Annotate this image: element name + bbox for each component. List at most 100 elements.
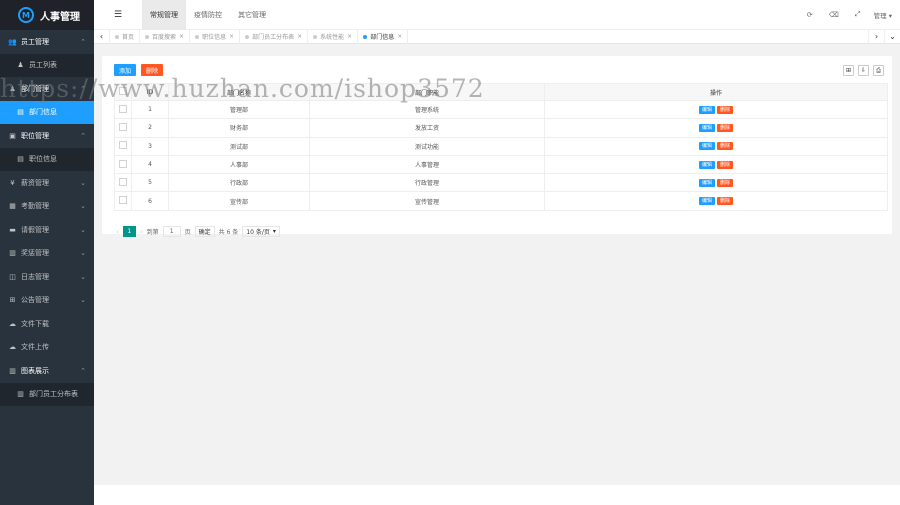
close-icon[interactable]: ×	[297, 33, 302, 40]
delete-button[interactable]: 删除	[717, 178, 734, 187]
page-input[interactable]: 1	[162, 226, 181, 237]
select-all-checkbox[interactable]	[119, 87, 127, 95]
col-id[interactable]: ID	[131, 83, 169, 101]
sidebar-item-4[interactable]: ▦ 考勤管理 ⌄	[0, 195, 94, 219]
bed-icon: ▬	[9, 225, 16, 234]
row-checkbox[interactable]	[119, 122, 127, 131]
table-row[interactable]: 6 宣传部 宣传管理 编辑 删除	[114, 191, 888, 211]
export-icon[interactable]: ⇩	[858, 65, 869, 76]
sidebar-subitem-2-0[interactable]: ▤ 职位信息	[0, 148, 94, 172]
cell-function: 宣传管理	[309, 191, 545, 211]
edit-button[interactable]: 编辑	[698, 160, 715, 169]
sidebar-subitem-11-0[interactable]: ▥ 部门员工分布表	[0, 383, 94, 407]
cell-id: 5	[131, 173, 169, 193]
sidebar-submenu: ▤ 职位信息	[0, 147, 94, 172]
sidebar-item-7[interactable]: ◫ 日志管理 ⌄	[0, 265, 94, 289]
table-row[interactable]: 4 人事部 人事管理 编辑 删除	[114, 154, 888, 175]
row-select-cell[interactable]	[114, 173, 132, 193]
row-select-cell[interactable]	[114, 154, 132, 175]
edit-button[interactable]: 编辑	[698, 178, 715, 187]
page-tab-4[interactable]: 系统性能 ×	[308, 29, 359, 44]
next-page-icon[interactable]: ›	[140, 228, 143, 236]
tab-options-icon[interactable]: ⌄	[884, 29, 900, 44]
header-tab-regular[interactable]: 常规管理	[142, 0, 186, 30]
select-all-header[interactable]	[114, 83, 132, 101]
sidebar-item-10[interactable]: ☁ 文件上传	[0, 336, 94, 360]
table-row[interactable]: 1 管理部 管理系统 编辑 删除	[114, 99, 888, 120]
page-tab-3[interactable]: 部门员工分布表 ×	[240, 29, 309, 44]
columns-filter-icon[interactable]: ⊞	[843, 65, 854, 76]
fullscreen-icon[interactable]: ⤢	[846, 10, 870, 19]
page-tab-0[interactable]: 首页	[110, 29, 141, 44]
page-tab-5[interactable]: 部门信息 ×	[358, 29, 409, 44]
tab-dot-icon	[363, 34, 368, 39]
page-tab-2[interactable]: 职位信息 ×	[190, 29, 241, 44]
row-checkbox[interactable]	[119, 159, 127, 168]
add-button[interactable]: 添加	[114, 64, 137, 76]
row-select-cell[interactable]	[114, 136, 132, 156]
tab-scroll-right-icon[interactable]: ›	[868, 29, 884, 44]
row-checkbox[interactable]	[119, 177, 127, 186]
delete-button[interactable]: 删除	[717, 160, 734, 169]
current-page[interactable]: 1	[122, 226, 136, 237]
cell-actions: 编辑 删除	[544, 99, 888, 120]
sidebar-item-5[interactable]: ▬ 请假管理 ⌄	[0, 218, 94, 242]
table-row[interactable]: 3 测试部 测试功能 编辑 删除	[114, 136, 888, 156]
close-icon[interactable]: ×	[229, 33, 234, 40]
refresh-icon[interactable]: ⟳	[798, 11, 822, 19]
edit-button[interactable]: 编辑	[698, 105, 715, 114]
table-body: 1 管理部 管理系统 编辑 删除 2 财务部 发放工资 编辑 删除 3 测试部 测试功能 编辑 删除 4 人事部…	[114, 99, 888, 211]
sidebar-subitem-label: 职位信息	[29, 155, 57, 164]
delete-button[interactable]: 删除	[717, 123, 734, 132]
page-unit-label: 页	[184, 229, 191, 236]
page-size-select[interactable]: 10 条/页 ▾	[242, 226, 280, 237]
batch-delete-button[interactable]: 删除	[141, 64, 164, 76]
header-tab-epidemic[interactable]: 疫情防控	[186, 0, 230, 30]
cell-function: 人事管理	[309, 154, 545, 175]
sidebar-item-6[interactable]: ▥ 奖惩管理 ⌄	[0, 242, 94, 266]
goto-confirm-button[interactable]: 确定	[194, 226, 215, 237]
close-icon[interactable]: ×	[397, 33, 402, 40]
row-select-cell[interactable]	[114, 99, 132, 120]
table-row[interactable]: 2 财务部 发放工资 编辑 删除	[114, 118, 888, 138]
print-icon[interactable]: ⎙	[873, 65, 884, 76]
row-checkbox[interactable]	[119, 104, 127, 113]
close-icon[interactable]: ×	[347, 33, 352, 40]
table-row[interactable]: 5 行政部 行政管理 编辑 删除	[114, 173, 888, 193]
sidebar-item-3[interactable]: ¥ 薪资管理 ⌄	[0, 171, 94, 195]
total-count: 共 6 条	[218, 229, 239, 236]
sidebar-subitem-0-0[interactable]: ♟ 员工列表	[0, 54, 94, 78]
page-tab-1[interactable]: 百度搜索 ×	[140, 29, 191, 44]
sidebar-item-8[interactable]: ⊞ 公告管理 ⌄	[0, 289, 94, 313]
prev-page-icon[interactable]: ‹	[116, 228, 119, 236]
row-checkbox[interactable]	[119, 141, 127, 150]
row-checkbox[interactable]	[119, 196, 127, 205]
sidebar-subitem-1-0[interactable]: ▤ 部门信息	[0, 100, 94, 124]
sidebar-item-11[interactable]: ▥ 图表展示 ⌃	[0, 359, 94, 383]
row-select-cell[interactable]	[114, 191, 132, 211]
open-tabs: 首页 百度搜索 × 职位信息 × 部门员工分布表 × 系统性能 × 部门信息 ×	[110, 29, 409, 44]
tab-dot-icon	[115, 34, 119, 39]
user-menu[interactable]: 管理 ▾	[870, 10, 900, 20]
edit-button[interactable]: 编辑	[698, 142, 715, 151]
sidebar-subitem-label: 部门员工分布表	[29, 390, 78, 399]
delete-button[interactable]: 删除	[717, 142, 734, 151]
edit-button[interactable]: 编辑	[698, 197, 715, 206]
sidebar-item-9[interactable]: ☁ 文件下载	[0, 312, 94, 336]
sidebar-item-1[interactable]: ♟ 部门管理 ⌃	[0, 77, 94, 101]
edit-button[interactable]: 编辑	[698, 123, 715, 132]
menu-toggle-icon[interactable]: ☰	[94, 0, 142, 30]
app-logo[interactable]: M 人事管理	[0, 0, 94, 30]
delete-button[interactable]: 删除	[717, 197, 734, 206]
col-name[interactable]: 部门名称	[168, 83, 310, 101]
col-function[interactable]: 部门职能	[309, 83, 545, 101]
sidebar-item-2[interactable]: ▣ 职位管理 ⌃	[0, 124, 94, 148]
row-select-cell[interactable]	[114, 118, 132, 138]
delete-button[interactable]: 删除	[717, 105, 734, 114]
header-tab-other[interactable]: 其它管理	[230, 0, 274, 30]
trash-icon[interactable]: ⌫	[822, 11, 846, 19]
close-icon[interactable]: ×	[179, 33, 184, 40]
sidebar-item-0[interactable]: 👥 员工管理 ⌃	[0, 30, 94, 54]
tab-scroll-left-icon[interactable]: ‹	[94, 29, 110, 44]
sidebar-subitem-label: 员工列表	[29, 61, 57, 70]
